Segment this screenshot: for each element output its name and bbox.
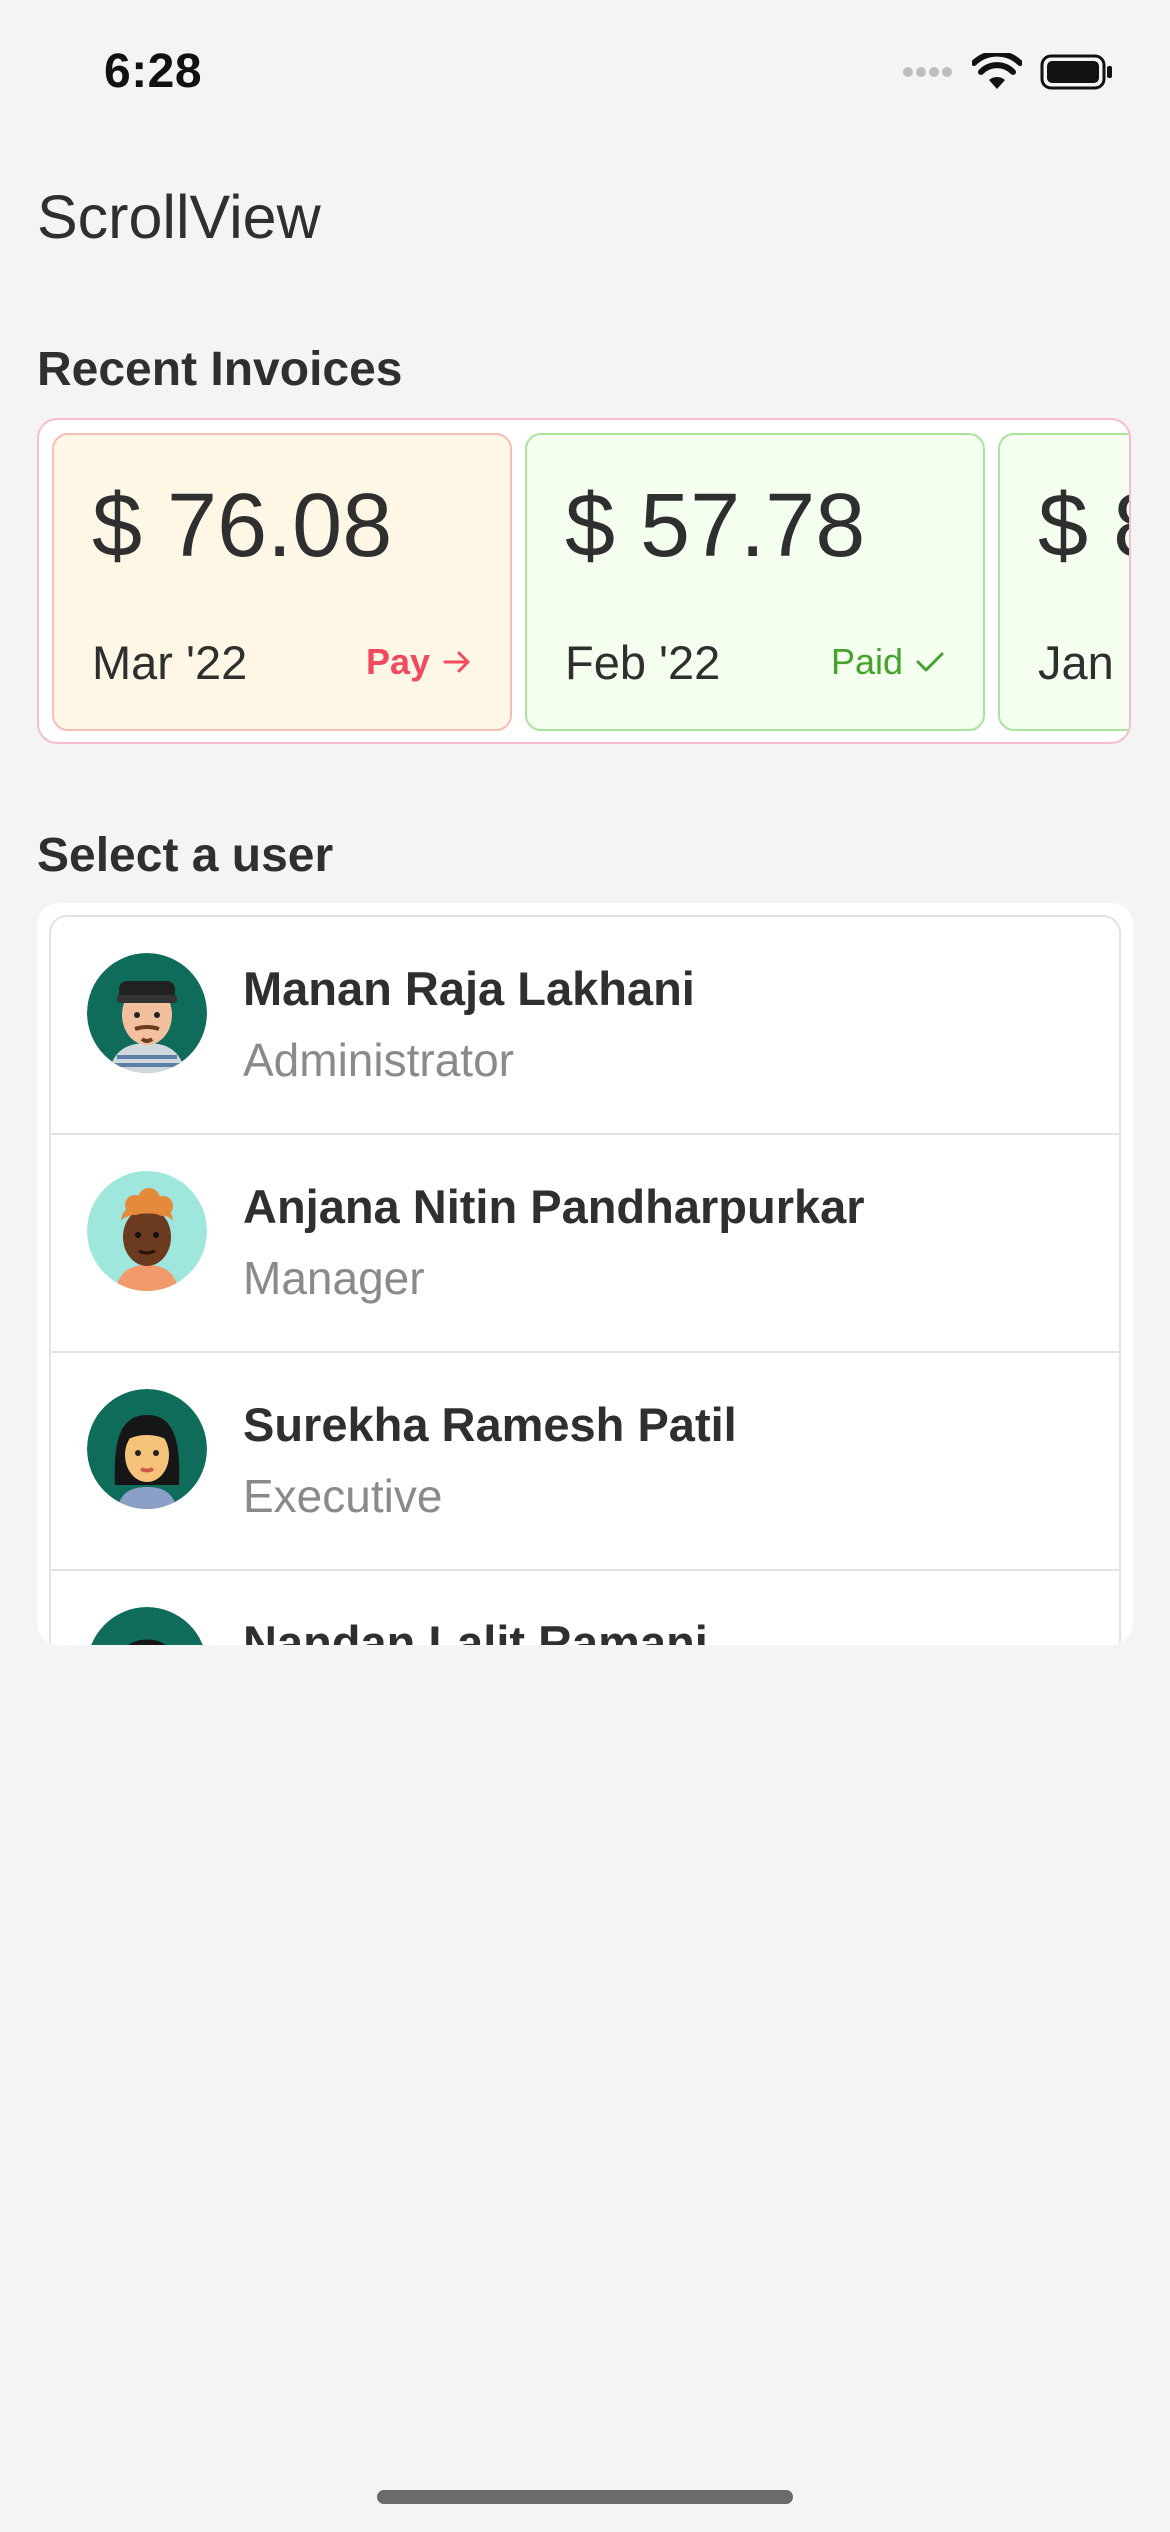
invoice-card[interactable]: $ 57.78 Feb '22 Paid	[525, 433, 985, 731]
user-name: Manan Raja Lakhani	[243, 962, 695, 1015]
avatar	[87, 953, 207, 1073]
invoice-amount: $ 8	[1038, 476, 1129, 576]
user-list-item[interactable]: Anjana Nitin Pandharpurkar Manager	[51, 1135, 1119, 1353]
invoice-card[interactable]: $ 8 Jan	[998, 433, 1129, 731]
arrow-right-icon	[443, 651, 470, 673]
invoice-month: Mar '22	[92, 636, 248, 689]
avatar	[87, 1607, 207, 1645]
user-role: Executive	[243, 1470, 443, 1522]
pay-button[interactable]: Pay	[366, 641, 472, 683]
users-section-title: Select a user	[37, 829, 334, 882]
user-name: Nandan Lalit Ramani	[243, 1616, 708, 1645]
user-list: Manan Raja Lakhani Administrator Anjana …	[49, 915, 1121, 1645]
cellular-signal-icon	[903, 67, 952, 77]
invoice-month: Feb '22	[565, 636, 721, 689]
checkmark-icon	[916, 652, 944, 672]
page-title: ScrollView	[37, 183, 321, 251]
wifi-icon	[972, 53, 1022, 89]
avatar	[87, 1389, 207, 1509]
user-list-item[interactable]: Surekha Ramesh Patil Executive	[51, 1353, 1119, 1571]
user-name: Surekha Ramesh Patil	[243, 1398, 737, 1451]
invoices-section-title: Recent Invoices	[37, 343, 403, 396]
pay-label: Pay	[365, 641, 430, 682]
user-name: Anjana Nitin Pandharpurkar	[243, 1180, 865, 1233]
status-icons	[902, 52, 1114, 92]
user-role: Administrator	[243, 1034, 514, 1086]
avatar	[87, 1171, 207, 1291]
user-panel[interactable]: Manan Raja Lakhani Administrator Anjana …	[37, 903, 1133, 1645]
paid-label: Paid	[830, 641, 903, 682]
invoice-scroller[interactable]: $ 76.08 Mar '22 Pay $ 57.78 Feb '22 Paid…	[37, 418, 1131, 744]
battery-icon	[1040, 54, 1112, 90]
invoice-card[interactable]: $ 76.08 Mar '22 Pay	[52, 433, 512, 731]
user-list-item[interactable]: Nandan Lalit Ramani	[51, 1571, 1119, 1645]
user-list-item[interactable]: Manan Raja Lakhani Administrator	[51, 917, 1119, 1135]
invoice-month: Jan	[1038, 636, 1114, 689]
user-role: Manager	[243, 1252, 425, 1304]
status-time: 6:28	[104, 45, 203, 98]
paid-status: Paid	[831, 641, 945, 683]
home-indicator[interactable]	[377, 2490, 793, 2504]
invoice-amount: $ 76.08	[92, 476, 393, 576]
status-bar: 6:28	[0, 0, 1170, 140]
invoice-amount: $ 57.78	[565, 476, 866, 576]
